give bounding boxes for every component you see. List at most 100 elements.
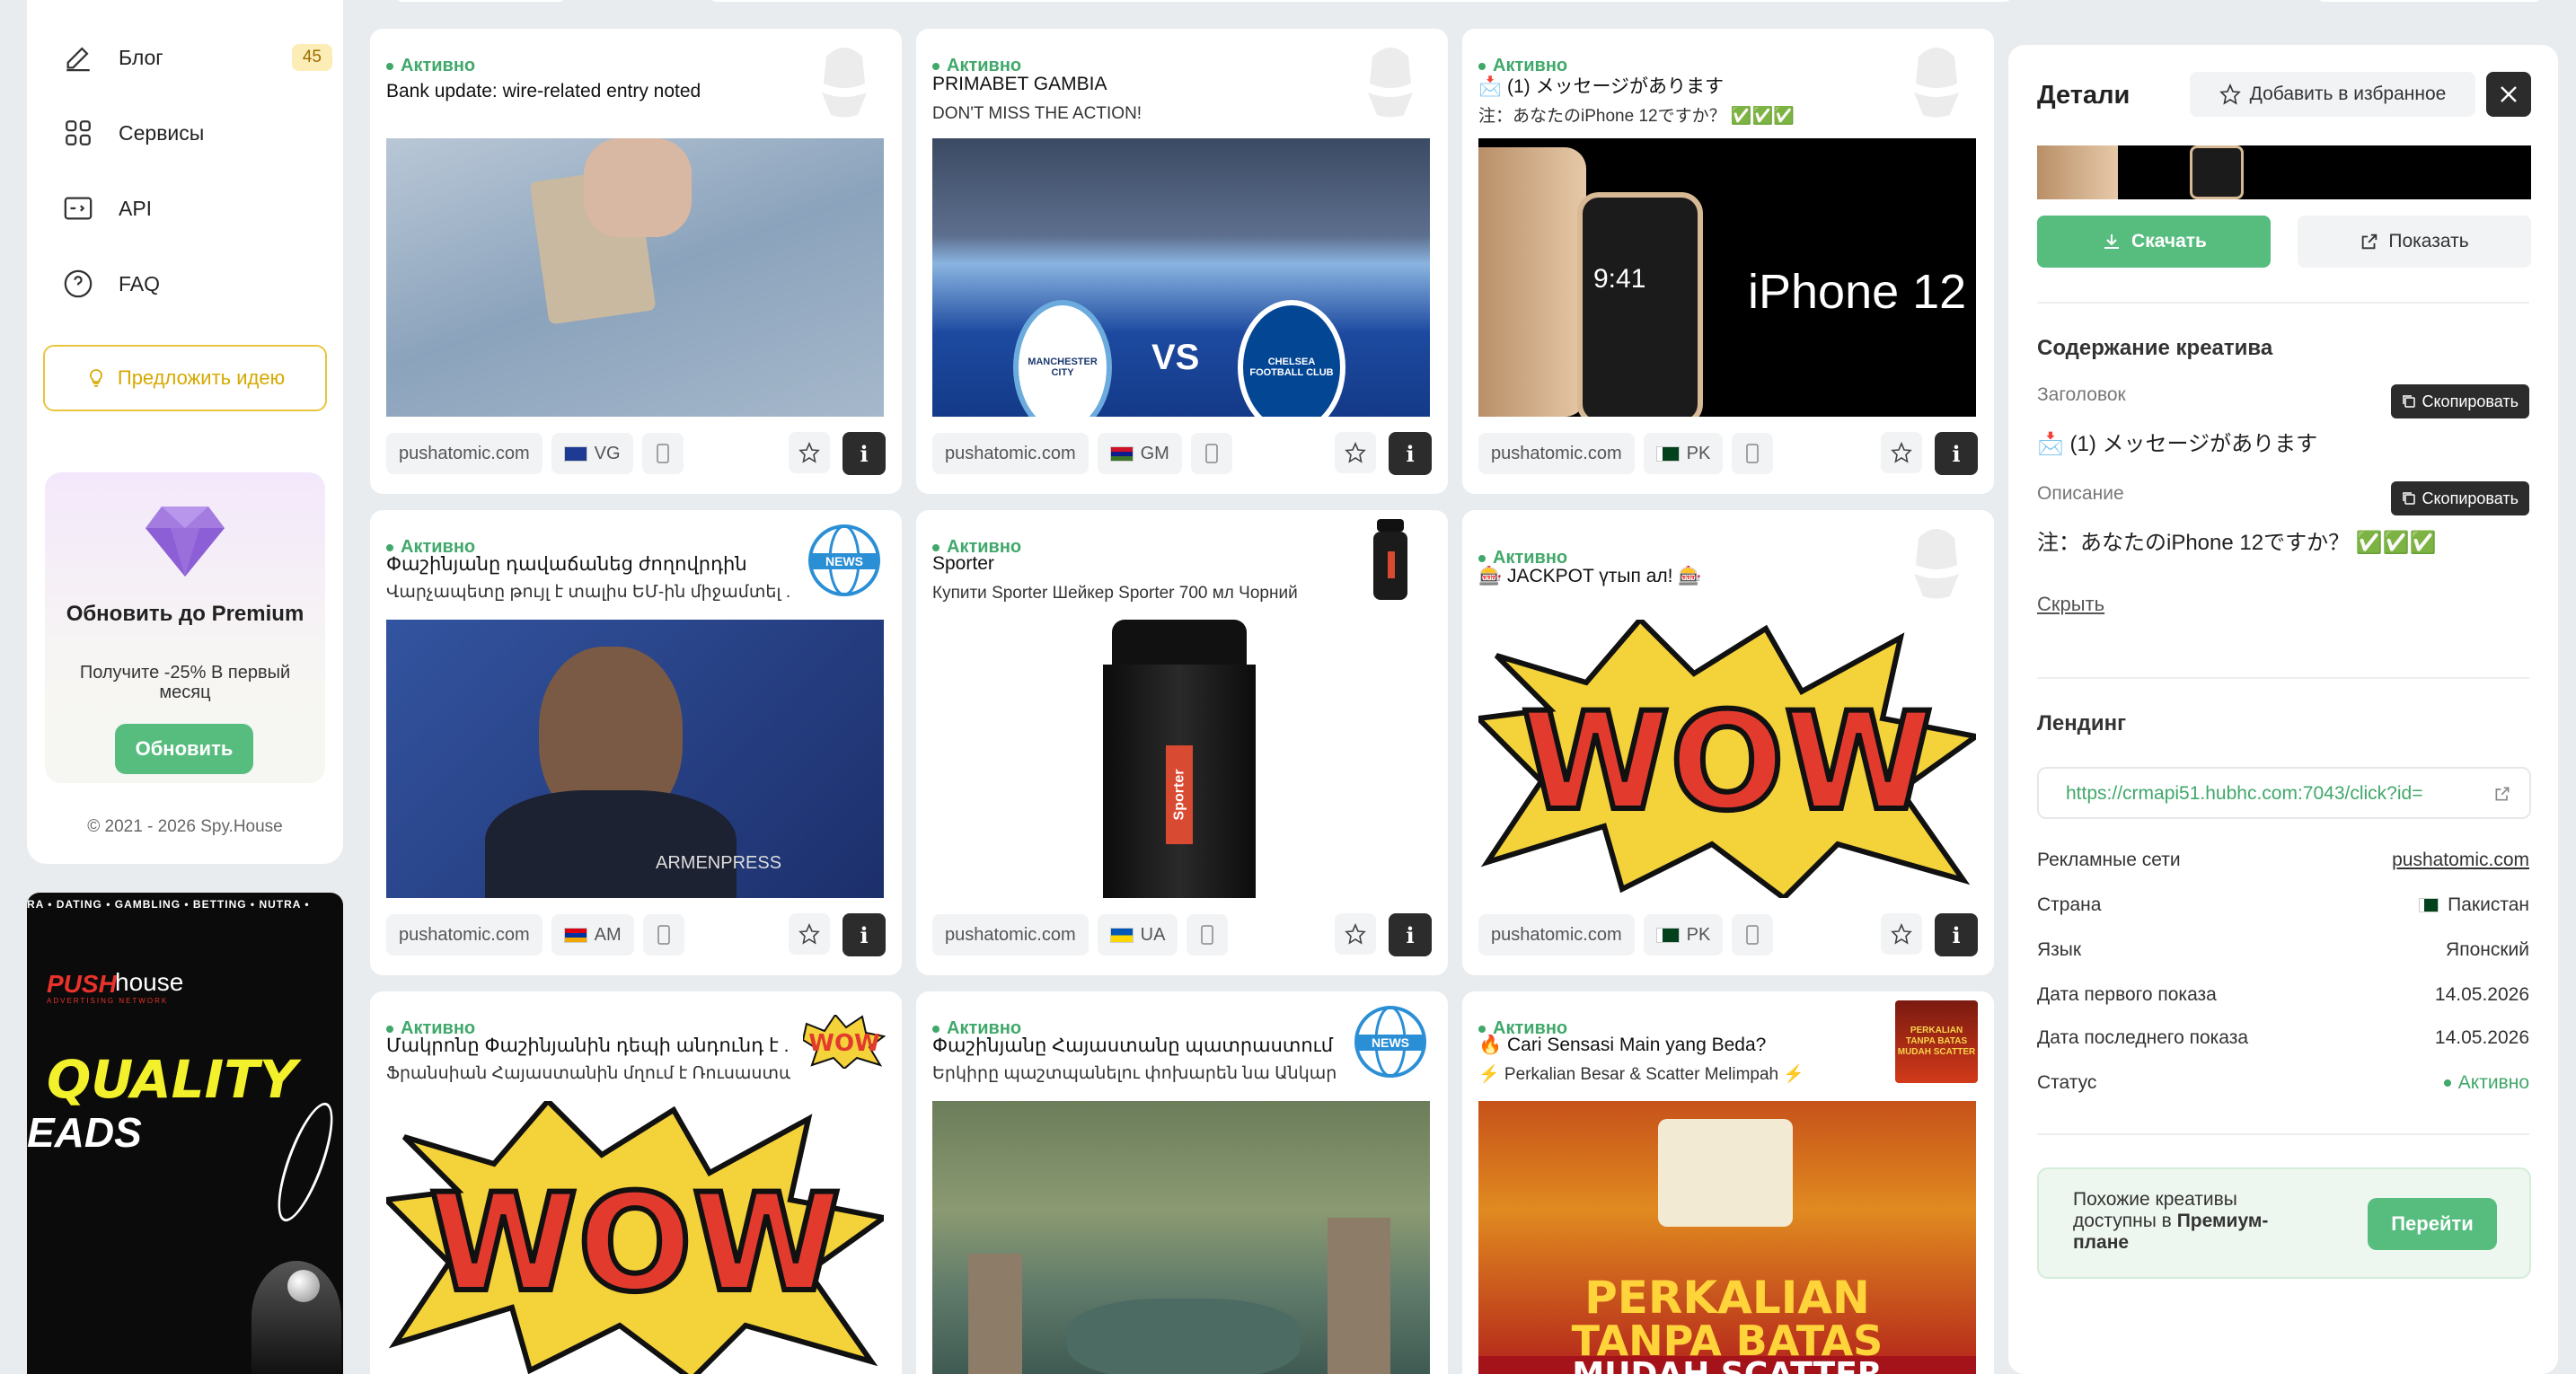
promo-line-3: MUDAH SCATTER — [1478, 1356, 1976, 1374]
landing-section-title: Лендинг — [2037, 711, 2127, 735]
favorite-star-icon[interactable] — [1335, 913, 1376, 955]
card-footer: pushatomic.com GM i — [932, 432, 1432, 475]
upgrade-button[interactable]: Обновить — [115, 724, 253, 774]
hide-link[interactable]: Скрыть — [2037, 593, 2104, 616]
ad-network-value[interactable]: pushatomic.com — [2392, 850, 2529, 871]
download-label: Скачать — [2131, 231, 2207, 251]
card-title: PRIMABET GAMBIA — [932, 74, 1107, 94]
description-value: 注：あなたのiPhone 12ですか？ ✅✅✅ — [2037, 531, 2437, 555]
ad-banner[interactable]: RA • DATING • GAMBLING • BETTING • NUTRA… — [27, 893, 343, 1374]
banner-ticker: RA • DATING • GAMBLING • BETTING • NUTRA… — [27, 898, 310, 911]
banner-brand-house: house — [115, 968, 184, 996]
mobile-device-icon — [1732, 433, 1774, 474]
suggest-idea-button[interactable]: Предложить идею — [43, 345, 327, 411]
card-footer: pushatomic.com UA i — [932, 913, 1432, 956]
banner-headline-2: EADS — [27, 1109, 142, 1156]
sidebar-item-api[interactable]: API — [63, 181, 152, 235]
info-button[interactable]: i — [1389, 913, 1432, 956]
info-button[interactable]: i — [1935, 432, 1978, 475]
download-button[interactable]: Скачать — [2037, 216, 2271, 268]
promo-thumb: PERKALIAN TANPA BATAS MUDAH SCATTER — [1895, 1000, 1978, 1083]
news-thumb-text: NEWS — [1372, 1035, 1409, 1050]
info-button[interactable]: i — [842, 913, 886, 956]
country-code: PK — [1686, 443, 1711, 463]
favorite-star-icon[interactable] — [789, 913, 830, 955]
creative-card[interactable]: Активно 🎰 JACKPOT үтып ал! 🎰 WOW pushato… — [1462, 510, 1994, 975]
sidebar-item-faq[interactable]: FAQ — [63, 257, 160, 311]
card-footer: pushatomic.com PK i — [1478, 913, 1978, 956]
landing-url[interactable]: https://crmapi51.hubhc.com:7043/click?id… — [2066, 783, 2479, 805]
country-value-row: Пакистан — [2419, 894, 2529, 916]
creative-card[interactable]: Активно 📩 (1) メッセージがあります 注：あなたのiPhone 12… — [1462, 29, 1994, 494]
favorite-star-icon[interactable] — [789, 432, 830, 473]
image-watermark: ARMENPRESS — [656, 853, 782, 873]
man-city-crest: MANCHESTER CITY — [1013, 300, 1112, 417]
phone-time: 9:41 — [1593, 264, 1646, 294]
premium-subtitle: Получите -25% В первый месяц — [79, 663, 291, 702]
landing-url-field[interactable]: https://crmapi51.hubhc.com:7043/click?id… — [2037, 767, 2531, 819]
close-button[interactable] — [2486, 72, 2531, 117]
last-shown-value: 14.05.2026 — [2434, 1027, 2529, 1048]
show-button[interactable]: Показать — [2298, 216, 2531, 268]
placeholder-avatar-icon — [803, 38, 886, 120]
top-pill[interactable] — [395, 0, 566, 2]
top-pill[interactable] — [710, 0, 2012, 2]
card-image: Sporter — [932, 620, 1430, 898]
placeholder-avatar-icon — [1895, 519, 1978, 602]
go-premium-button[interactable]: Перейти — [2368, 1198, 2497, 1250]
country-value: Пакистан — [2448, 894, 2529, 915]
creative-card[interactable]: Активно PRIMABET GAMBIA DON'T MISS THE A… — [916, 29, 1448, 494]
details-panel: Детали Добавить в избранное Скачать Пока… — [2008, 45, 2558, 1374]
news-globe-icon: NEWS — [803, 519, 886, 602]
copy-description-button[interactable]: Скопировать — [2391, 481, 2529, 515]
copy-headline-button[interactable]: Скопировать — [2391, 384, 2529, 418]
card-image: WOW — [386, 1101, 884, 1374]
wow-text: WOW — [1522, 684, 1933, 841]
svg-text:WOW: WOW — [808, 1030, 879, 1057]
creative-preview-image — [2037, 145, 2531, 199]
flag-gm-icon — [1109, 445, 1134, 462]
card-title: Bank update: wire-related entry noted — [386, 81, 701, 101]
network-chip: pushatomic.com — [1478, 433, 1635, 474]
sidebar-item-label: API — [119, 196, 153, 220]
favorite-star-icon[interactable] — [1335, 432, 1376, 473]
top-pill[interactable] — [2317, 0, 2542, 2]
network-chip: pushatomic.com — [932, 914, 1089, 956]
card-footer: pushatomic.com PK i — [1478, 432, 1978, 475]
open-url-icon[interactable] — [2475, 769, 2529, 817]
sidebar-item-blog[interactable]: Блог 45 — [63, 31, 332, 84]
promo-thumb-text: PERKALIAN TANPA BATAS MUDAH SCATTER — [1897, 1026, 1976, 1057]
creative-card[interactable]: Активно Փաշինյանը Հայաստանը պատրաստում .… — [916, 991, 1448, 1374]
card-footer: pushatomic.com AM i — [386, 913, 886, 956]
card-image — [932, 1101, 1430, 1374]
creative-card[interactable]: Активно Sporter Купити Sporter Шейкер Sp… — [916, 510, 1448, 975]
card-image — [386, 138, 884, 417]
creative-card[interactable]: Активно Փաշինյանը դավաճանեց ժողովրդին Վա… — [370, 510, 902, 975]
headline-value: 📩 (1) メッセージがあります — [2037, 432, 2318, 456]
copy-icon — [2403, 395, 2416, 408]
favorite-star-icon[interactable] — [1881, 913, 1922, 955]
divider — [2037, 302, 2529, 304]
premium-title: Обновить до Premium — [66, 602, 304, 626]
country-chip: PK — [1643, 914, 1724, 956]
creative-card[interactable]: Активно 🔥 Cari Sensasi Main yang Beda? ⚡… — [1462, 991, 1994, 1374]
sidebar-item-services[interactable]: Сервисы — [63, 106, 204, 160]
info-button[interactable]: i — [1935, 913, 1978, 956]
banner-swoosh — [267, 1097, 343, 1228]
country-code: PK — [1686, 924, 1711, 945]
status-label: Статус — [2037, 1072, 2097, 1093]
favorite-star-icon[interactable] — [1881, 432, 1922, 473]
creative-card[interactable]: Активно Bank update: wire-related entry … — [370, 29, 902, 494]
info-button[interactable]: i — [1389, 432, 1432, 475]
country-chip: VG — [551, 433, 633, 474]
card-title: 🎰 JACKPOT үтып ал! 🎰 — [1478, 566, 1702, 586]
sidebar-item-label: Блог — [119, 45, 163, 69]
creative-card[interactable]: Активно Մակրոնը Փաշինյանին դեպի անդունդ … — [370, 991, 902, 1374]
info-button[interactable]: i — [842, 432, 886, 475]
suggest-idea-label: Предложить идею — [117, 366, 286, 389]
card-title: Փաշինյանը դավաճանեց ժողովրդին — [386, 554, 747, 575]
show-label: Показать — [2388, 231, 2469, 251]
card-image: ARMENPRESS — [386, 620, 884, 898]
network-chip: pushatomic.com — [932, 433, 1089, 474]
add-to-favorites-button[interactable]: Добавить в избранное — [2190, 72, 2475, 117]
